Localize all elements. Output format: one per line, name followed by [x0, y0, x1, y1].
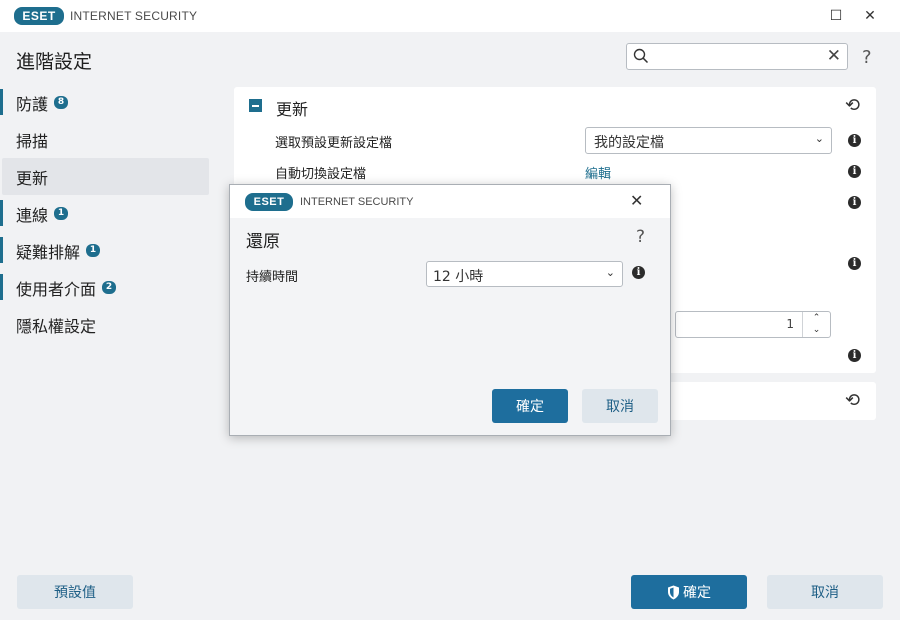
dialog-ok-button[interactable]: 確定: [492, 389, 568, 423]
sidebar-item-label: 掃描: [16, 131, 49, 151]
cancel-button[interactable]: 取消: [767, 575, 883, 609]
collapse-icon[interactable]: [249, 99, 262, 112]
help-icon[interactable]: ?: [862, 47, 872, 68]
ok-button[interactable]: 確定: [631, 575, 747, 609]
close-icon[interactable]: ✕: [630, 191, 643, 210]
product-name: INTERNET SECURITY: [300, 196, 414, 208]
title-bar: ESET INTERNET SECURITY ☐ ✕: [0, 0, 900, 32]
sidebar-item-troubleshooting[interactable]: 疑難排解 1: [0, 232, 212, 269]
revert-icon[interactable]: ⟲: [845, 95, 860, 116]
info-icon[interactable]: i: [848, 134, 861, 147]
duration-select[interactable]: 12 小時 ⌄: [426, 261, 623, 287]
defaults-button[interactable]: 預設值: [17, 575, 133, 609]
ok-button-label: 確定: [683, 585, 711, 601]
sidebar-item-label: 防護: [16, 94, 49, 114]
revert-dialog: ESET INTERNET SECURITY ✕ 還原 ? 持續時間 12 小時…: [229, 184, 671, 436]
count-badge: 2: [102, 281, 117, 294]
sidebar: 防護 8 掃描 更新 連線 1 疑難排解 1 使用者介面 2 隱私權設定: [0, 84, 212, 343]
count-badge: 8: [54, 96, 69, 109]
revert-icon[interactable]: ⟲: [845, 390, 860, 411]
count-badge: 1: [54, 207, 69, 220]
sidebar-item-label: 疑難排解: [16, 242, 81, 262]
sidebar-item-user-interface[interactable]: 使用者介面 2: [0, 269, 212, 306]
info-icon[interactable]: i: [848, 165, 861, 178]
sidebar-item-connections[interactable]: 連線 1: [0, 195, 212, 232]
clear-search-icon[interactable]: ✕: [827, 46, 841, 66]
shield-icon: [668, 585, 679, 599]
page-title: 進階設定: [16, 51, 93, 73]
section-title: 更新: [276, 100, 309, 119]
dialog-header: ESET INTERNET SECURITY ✕: [230, 185, 670, 218]
edit-link[interactable]: 編輯: [585, 163, 611, 182]
sidebar-item-privacy[interactable]: 隱私權設定: [0, 306, 212, 343]
duration-label: 持續時間: [246, 270, 299, 285]
info-icon[interactable]: i: [848, 196, 861, 209]
setting-label: 自動切換設定檔: [275, 167, 367, 182]
maximize-icon[interactable]: ☐: [826, 6, 846, 26]
search-icon: [633, 48, 649, 64]
profile-select[interactable]: 我的設定檔 ⌄: [585, 127, 832, 154]
help-icon[interactable]: ?: [636, 227, 645, 247]
search-input[interactable]: ✕: [626, 43, 848, 70]
chevron-down-icon: ⌄: [605, 266, 615, 279]
info-icon[interactable]: i: [632, 266, 645, 279]
sidebar-item-update[interactable]: 更新: [2, 158, 209, 195]
dialog-cancel-button[interactable]: 取消: [582, 389, 658, 423]
sidebar-item-label: 隱私權設定: [16, 316, 97, 336]
number-stepper[interactable]: 1 ⌃ ⌄: [675, 311, 831, 338]
sidebar-item-label: 連線: [16, 205, 49, 225]
chevron-down-icon: ⌄: [814, 132, 824, 145]
sidebar-item-label: 更新: [16, 168, 49, 188]
sidebar-item-protection[interactable]: 防護 8: [0, 84, 212, 121]
dialog-title: 還原: [246, 232, 280, 252]
stepper-arrows[interactable]: ⌃ ⌄: [802, 312, 830, 337]
eset-logo: ESET: [14, 7, 64, 25]
count-badge: 1: [86, 244, 101, 257]
eset-logo: ESET: [245, 193, 293, 211]
close-window-icon[interactable]: ✕: [860, 6, 880, 26]
stepper-value: 1: [786, 317, 794, 331]
product-name: INTERNET SECURITY: [70, 9, 198, 23]
sidebar-item-scan[interactable]: 掃描: [0, 121, 212, 158]
setting-label: 選取預設更新設定檔: [275, 136, 393, 151]
duration-select-value: 12 小時: [433, 269, 484, 285]
info-icon[interactable]: i: [848, 349, 861, 362]
sidebar-item-label: 使用者介面: [16, 279, 97, 299]
info-icon[interactable]: i: [848, 257, 861, 270]
profile-select-value: 我的設定檔: [594, 135, 664, 151]
